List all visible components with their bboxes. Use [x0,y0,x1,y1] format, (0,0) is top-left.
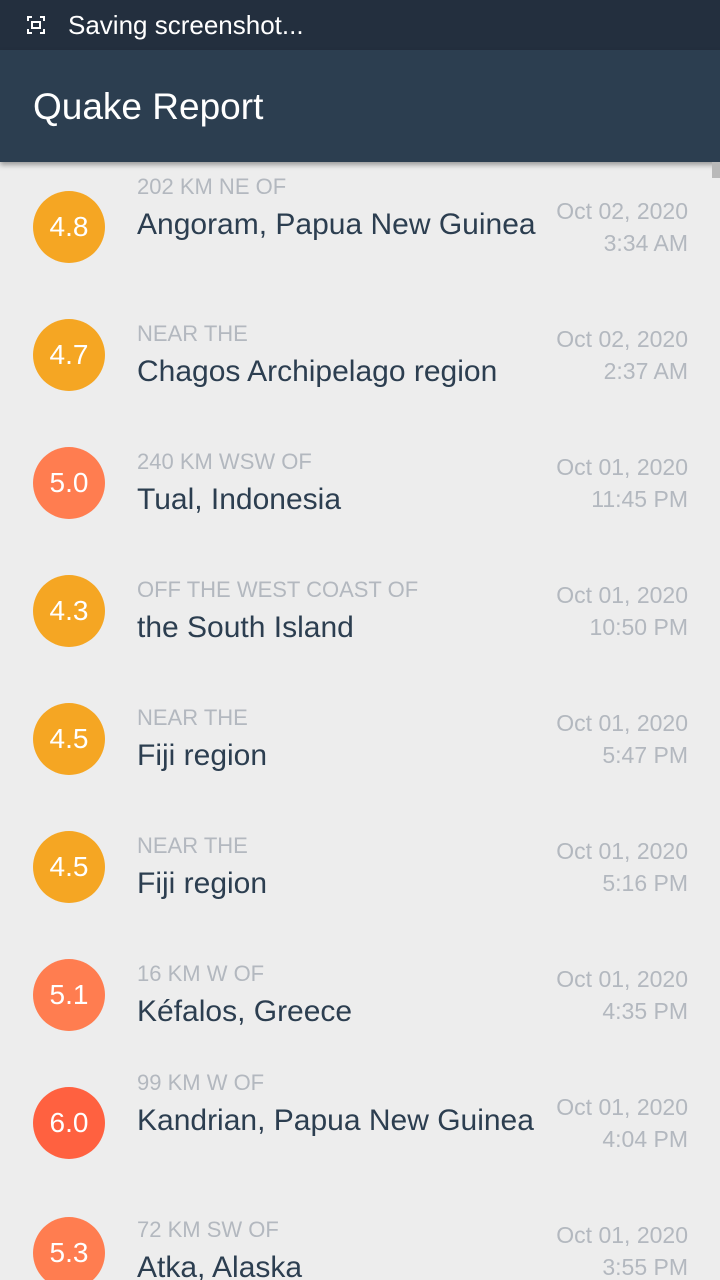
location-offset: 202 KM NE OF [137,174,287,199]
location-offset: 240 KM WSW OF [137,449,312,474]
location-offset: NEAR THE [137,833,248,858]
magnitude-circle: 4.7 [33,319,105,391]
date: Oct 01, 2020 [556,838,688,864]
earthquake-list-item[interactable]: 4.5 NEAR THE Fiji region Oct 01, 2020 5:… [0,802,720,930]
magnitude-circle: 4.8 [33,191,105,263]
screenshot-icon [27,16,45,34]
app-bar: Quake Report [0,50,720,162]
date: Oct 02, 2020 [556,326,688,352]
location-offset: 72 KM SW OF [137,1217,279,1242]
time: 5:16 PM [602,870,688,896]
date: Oct 01, 2020 [556,582,688,608]
date: Oct 01, 2020 [556,454,688,480]
earthquake-list[interactable]: 4.8 202 KM NE OF Angoram, Papua New Guin… [0,162,720,1280]
primary-location: Atka, Alaska [137,1251,303,1280]
magnitude-circle: 6.0 [33,1087,105,1159]
app-title: Quake Report [33,86,264,127]
magnitude-circle: 5.0 [33,447,105,519]
location-offset: NEAR THE [137,321,248,346]
time: 11:45 PM [591,486,688,512]
primary-location: the South Island [137,611,354,644]
date: Oct 01, 2020 [556,710,688,736]
earthquake-list-item[interactable]: 4.8 202 KM NE OF Angoram, Papua New Guin… [0,162,720,290]
date: Oct 02, 2020 [556,198,688,224]
magnitude-circle: 5.1 [33,959,105,1031]
time: 4:04 PM [602,1126,688,1152]
primary-location: Kéfalos, Greece [137,995,353,1028]
time: 10:50 PM [589,614,688,640]
time: 3:34 AM [603,230,688,256]
time: 2:37 AM [603,358,688,384]
earthquake-list-item[interactable]: 4.5 NEAR THE Fiji region Oct 01, 2020 5:… [0,674,720,802]
primary-location: Angoram, Papua New Guinea [137,208,536,241]
location-offset: 16 KM W OF [137,961,265,986]
date: Oct 01, 2020 [556,1094,688,1120]
time: 4:35 PM [602,998,688,1024]
primary-location: Kandrian, Papua New Guinea [137,1104,534,1137]
earthquake-list-item[interactable]: 4.7 NEAR THE Chagos Archipelago region O… [0,290,720,418]
time: 3:55 PM [602,1254,688,1280]
magnitude-circle: 5.3 [33,1217,105,1280]
earthquake-list-item[interactable]: 5.0 240 KM WSW OF Tual, Indonesia Oct 01… [0,418,720,546]
earthquake-list-item[interactable]: 4.3 OFF THE WEST COAST OF the South Isla… [0,546,720,674]
primary-location: Chagos Archipelago region [137,355,498,388]
primary-location: Tual, Indonesia [137,483,342,516]
location-offset: NEAR THE [137,705,248,730]
scrollbar-thumb[interactable] [712,162,720,178]
primary-location: Fiji region [137,867,268,900]
location-offset: OFF THE WEST COAST OF [137,577,419,602]
primary-location: Fiji region [137,739,268,772]
earthquake-list-item[interactable]: 5.1 16 KM W OF Kéfalos, Greece Oct 01, 2… [0,930,720,1058]
time: 5:47 PM [602,742,688,768]
location-offset: 99 KM W OF [137,1070,265,1095]
earthquake-list-item[interactable]: 6.0 99 KM W OF Kandrian, Papua New Guine… [0,1058,720,1204]
date: Oct 01, 2020 [556,966,688,992]
status-text: Saving screenshot... [68,10,304,40]
magnitude-circle: 4.3 [33,575,105,647]
magnitude-circle: 4.5 [33,831,105,903]
magnitude-circle: 4.5 [33,703,105,775]
earthquake-list-item[interactable]: 5.3 72 KM SW OF Atka, Alaska Oct 01, 202… [0,1204,720,1280]
date: Oct 01, 2020 [556,1222,688,1248]
status-bar: Saving screenshot... [0,0,720,50]
